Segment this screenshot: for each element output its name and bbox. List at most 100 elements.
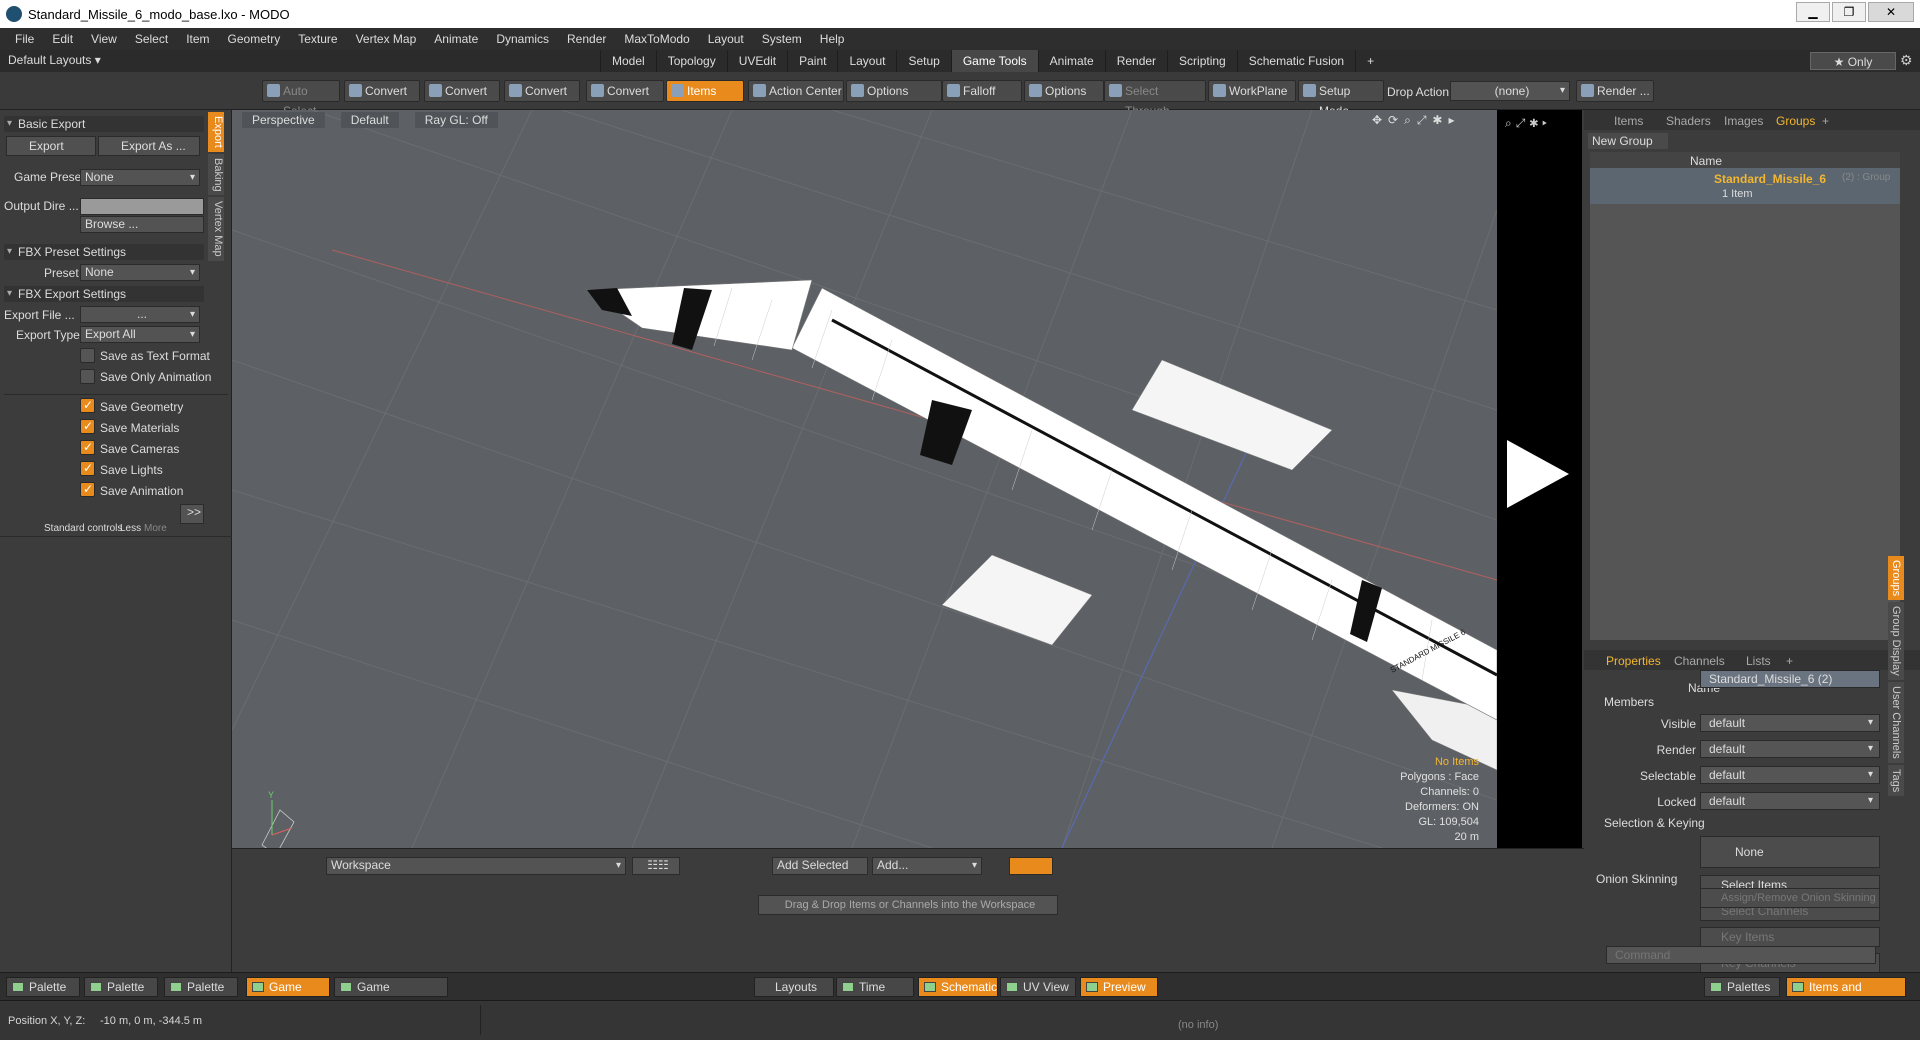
- time-button[interactable]: Time: [836, 977, 914, 997]
- vtab-group-display[interactable]: Group Display: [1888, 602, 1904, 680]
- layouts-button[interactable]: Layouts: [754, 977, 834, 997]
- tab-setup[interactable]: Setup: [896, 50, 950, 72]
- tab-game-tools[interactable]: Game Tools: [950, 50, 1038, 72]
- convert-button-2[interactable]: Convert: [424, 80, 500, 102]
- save-geometry-checkbox[interactable]: [80, 398, 95, 413]
- save-lights-checkbox[interactable]: [80, 461, 95, 476]
- vtab-baking[interactable]: Baking: [208, 153, 224, 196]
- save-text-format-checkbox[interactable]: [80, 348, 95, 363]
- tab-paint[interactable]: Paint: [787, 50, 837, 72]
- vtab-groups[interactable]: Groups: [1888, 556, 1904, 601]
- setup-mode-button[interactable]: Setup Mode: [1298, 80, 1384, 118]
- add-tab-button[interactable]: +: [1355, 50, 1385, 72]
- preview-button[interactable]: Preview: [1080, 977, 1158, 997]
- default-layouts-dropdown[interactable]: Default Layouts ▾: [8, 53, 101, 67]
- workspace-select[interactable]: Workspace: [326, 857, 626, 875]
- tab-groups[interactable]: Groups: [1776, 114, 1815, 128]
- schematic-color-toggle[interactable]: [1009, 857, 1053, 875]
- menu-edit[interactable]: Edit: [43, 32, 82, 46]
- basic-export-header[interactable]: Basic Export: [4, 116, 204, 132]
- menu-animate[interactable]: Animate: [425, 32, 487, 46]
- uv-view-button[interactable]: UV View: [1000, 977, 1076, 997]
- viewport-nav-icons[interactable]: ✥⟳⌕⤢✱▸: [1372, 113, 1461, 128]
- menu-dynamics[interactable]: Dynamics: [487, 32, 558, 46]
- export-file-select[interactable]: ...: [80, 306, 200, 323]
- gear-icon[interactable]: ⚙: [1900, 52, 1913, 69]
- locked-select[interactable]: default: [1700, 792, 1880, 810]
- assign-onion-button[interactable]: Assign/Remove Onion Skinning: [1700, 888, 1880, 908]
- convert-button-3[interactable]: Convert: [504, 80, 580, 102]
- members-header[interactable]: Members: [1604, 695, 1654, 709]
- output-dir-field[interactable]: [80, 198, 204, 215]
- tab-schematic-fusion[interactable]: Schematic Fusion: [1236, 50, 1355, 72]
- menu-layout[interactable]: Layout: [699, 32, 753, 46]
- items-shading-button[interactable]: Items and Shading: [1786, 977, 1906, 1012]
- none-button[interactable]: None: [1700, 836, 1880, 868]
- tab-render[interactable]: Render: [1104, 50, 1167, 72]
- menu-help[interactable]: Help: [811, 32, 854, 46]
- preview-controls[interactable]: ⌕⤢✱▸: [1505, 116, 1551, 131]
- name-column-header[interactable]: Name: [1690, 154, 1722, 168]
- fbx-preset-header[interactable]: FBX Preset Settings: [4, 244, 204, 260]
- game-navigation-button[interactable]: Game Navigation: [334, 977, 448, 1012]
- export-as-button[interactable]: Export As ...: [98, 136, 200, 156]
- convert-button-4[interactable]: Convert: [586, 80, 664, 102]
- maximize-button[interactable]: ❐: [1832, 2, 1866, 22]
- tab-model[interactable]: Model: [600, 50, 656, 72]
- tab-topology[interactable]: Topology: [655, 50, 727, 72]
- vtab-user-channels[interactable]: User Channels: [1888, 681, 1904, 763]
- key-items-button[interactable]: Key Items: [1700, 927, 1880, 947]
- palette-button-3[interactable]: Palette: [164, 977, 238, 997]
- export-type-select[interactable]: Export All: [80, 326, 200, 343]
- vtab-vertex-map[interactable]: Vertex Map: [208, 197, 224, 262]
- play-icon[interactable]: [1507, 440, 1569, 508]
- tab-layout[interactable]: Layout: [837, 50, 896, 72]
- palettes-button[interactable]: Palettes: [1704, 977, 1780, 997]
- game-tools-button[interactable]: Game Tools: [246, 977, 330, 1012]
- layout-grid-button[interactable]: ☷☷: [632, 857, 680, 875]
- name-field[interactable]: Standard_Missile_6 (2): [1700, 670, 1880, 688]
- render-button[interactable]: Render ...: [1576, 80, 1654, 102]
- tab-items[interactable]: Items: [1614, 114, 1643, 128]
- preview-panel[interactable]: ⌕⤢✱▸: [1497, 110, 1582, 848]
- select-through-button[interactable]: Select Through: [1104, 80, 1206, 118]
- options-button-1[interactable]: Options: [846, 80, 942, 102]
- tab-channels[interactable]: Channels: [1674, 654, 1725, 668]
- tab-shaders[interactable]: Shaders: [1666, 114, 1711, 128]
- menu-render[interactable]: Render: [558, 32, 615, 46]
- save-only-animation-checkbox[interactable]: [80, 369, 95, 384]
- more-link[interactable]: More: [144, 523, 167, 534]
- tab-scripting[interactable]: Scripting: [1167, 50, 1237, 72]
- close-button[interactable]: ✕: [1868, 2, 1914, 22]
- tab-uvedit[interactable]: UVEdit: [726, 50, 787, 72]
- selection-keying-header[interactable]: Selection & Keying: [1604, 816, 1705, 830]
- add-tab-button[interactable]: +: [1822, 114, 1829, 128]
- new-group-button[interactable]: New Group: [1588, 133, 1668, 149]
- onion-skinning-header[interactable]: Onion Skinning: [1596, 872, 1677, 886]
- auto-select-button[interactable]: Auto Select: [262, 80, 340, 118]
- menu-file[interactable]: File: [6, 32, 43, 46]
- items-mode-button[interactable]: Items: [666, 80, 744, 102]
- add-dropdown[interactable]: Add...: [872, 857, 982, 875]
- drop-action-select[interactable]: (none): [1450, 81, 1570, 101]
- fbx-export-header[interactable]: FBX Export Settings: [4, 286, 204, 302]
- palette-button-1[interactable]: Palette: [6, 977, 80, 997]
- action-center-button[interactable]: Action Center: [748, 80, 844, 102]
- minimize-button[interactable]: ▁: [1796, 2, 1830, 22]
- save-materials-checkbox[interactable]: [80, 419, 95, 434]
- browse-button[interactable]: Browse ...: [80, 216, 204, 233]
- menu-geometry[interactable]: Geometry: [219, 32, 290, 46]
- workplane-button[interactable]: WorkPlane: [1208, 80, 1296, 102]
- tab-animate[interactable]: Animate: [1037, 50, 1105, 72]
- tab-images[interactable]: Images: [1724, 114, 1763, 128]
- game-preset-select[interactable]: None: [80, 169, 200, 186]
- options-button-2[interactable]: Options: [1024, 80, 1104, 102]
- menu-maxtomodo[interactable]: MaxToModo: [615, 32, 698, 46]
- raygl-toggle[interactable]: Ray GL: Off: [414, 112, 498, 128]
- group-name[interactable]: Standard_Missile_6: [1714, 172, 1826, 186]
- menu-select[interactable]: Select: [126, 32, 177, 46]
- save-cameras-checkbox[interactable]: [80, 440, 95, 455]
- selectable-select[interactable]: default: [1700, 766, 1880, 784]
- add-selected-button[interactable]: Add Selected: [772, 857, 868, 875]
- groups-list[interactable]: Name Standard_Missile_6 (2) : Group 1 It…: [1590, 152, 1900, 640]
